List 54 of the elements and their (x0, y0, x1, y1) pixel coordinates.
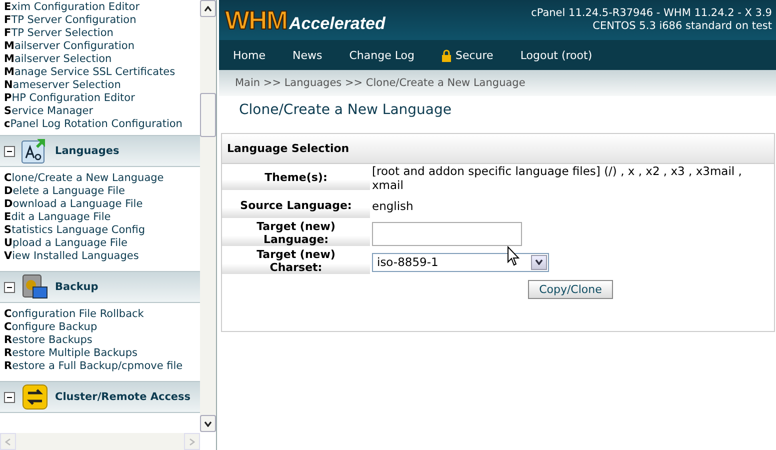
sidebar-link[interactable]: Restore a Full Backup/cpmove file (4, 360, 186, 373)
sidebar-link[interactable]: FTP Server Configuration (4, 14, 186, 27)
sidebar-link[interactable]: Service Manager (4, 105, 186, 118)
section-title[interactable]: Cluster/Remote Access (55, 391, 191, 403)
backup-drive-icon (21, 273, 49, 301)
sidebar-link[interactable]: Restore Backups (4, 334, 186, 347)
input-field[interactable] (372, 222, 522, 246)
sidebar-link[interactable]: Restore Multiple Backups (4, 347, 186, 360)
scroll-down-icon[interactable] (200, 415, 216, 432)
sidebar-link[interactable]: Configure Backup (4, 321, 186, 334)
field-label: Target (new) Charset: (222, 248, 370, 274)
breadcrumb: Main >> Languages >> Clone/Create a New Language (235, 77, 526, 89)
sidebar-link[interactable]: Clone/Create a New Language (4, 172, 186, 185)
logo[interactable]: WHMAccelerated (225, 4, 386, 36)
sidebar-link[interactable]: Mailserver Selection (4, 53, 186, 66)
copy-clone-button[interactable]: Copy/Clone (528, 280, 613, 299)
scroll-up-icon[interactable] (200, 0, 216, 17)
collapse-icon[interactable] (4, 146, 15, 156)
sidebar-link[interactable]: Mailserver Configuration (4, 40, 186, 53)
section-title[interactable]: Backup (55, 281, 98, 293)
collapse-icon[interactable] (4, 282, 15, 292)
collapse-icon[interactable] (4, 392, 15, 402)
sidebar-link[interactable]: Configuration File Rollback (4, 308, 186, 321)
sidebar-link[interactable]: cPanel Log Rotation Configuration (4, 118, 186, 131)
swap-arrows-icon (21, 383, 49, 411)
nav-link[interactable]: Change Log (335, 48, 428, 62)
scrollbar-thumb[interactable] (200, 93, 216, 137)
sidebar-link[interactable]: FTP Server Selection (4, 27, 186, 40)
sidebar-link[interactable]: Upload a Language File (4, 237, 186, 250)
field-value: [root and addon specific language files] (/) , x , x2 , x3 , x3mail , xmail (372, 164, 743, 192)
nav-link[interactable]: Secure (427, 48, 506, 62)
nav-link[interactable]: Home (219, 48, 278, 62)
sidebar-link[interactable]: Delete a Language File (4, 185, 186, 198)
sidebar-link[interactable]: View Installed Languages (4, 250, 186, 263)
mouse-pointer-icon (507, 246, 520, 266)
nav-link[interactable]: Logout (root) (506, 48, 606, 62)
field-value: english (372, 199, 414, 213)
sidebar-link[interactable]: Exim Configuration Editor (4, 1, 186, 14)
sidebar-link[interactable]: Edit a Language File (4, 211, 186, 224)
sidebar-link[interactable]: Download a Language File (4, 198, 186, 211)
version-text: CENTOS 5.3 i686 standard on test (592, 20, 772, 33)
nav-link[interactable]: News (278, 48, 336, 62)
sidebar-link[interactable]: Manage Service SSL Certificates (4, 66, 186, 79)
sidebar-link[interactable]: Statistics Language Config (4, 224, 186, 237)
sidebar-link[interactable]: PHP Configuration Editor (4, 92, 186, 105)
panel-title: Language Selection (227, 142, 350, 155)
lock-icon (441, 48, 452, 62)
section-title[interactable]: Languages (55, 145, 120, 157)
page-title: Clone/Create a New Language (238, 101, 453, 120)
sidebar-link[interactable]: Nameserver Selection (4, 79, 186, 92)
dropdown[interactable]: iso-8859-1 (372, 252, 549, 272)
vertical-scrollbar[interactable] (200, 0, 216, 432)
version-text: cPanel 11.24.5-R37946 - WHM 11.24.2 - X 3.9 (531, 7, 772, 20)
field-label: Target (new) Language: (222, 220, 370, 246)
